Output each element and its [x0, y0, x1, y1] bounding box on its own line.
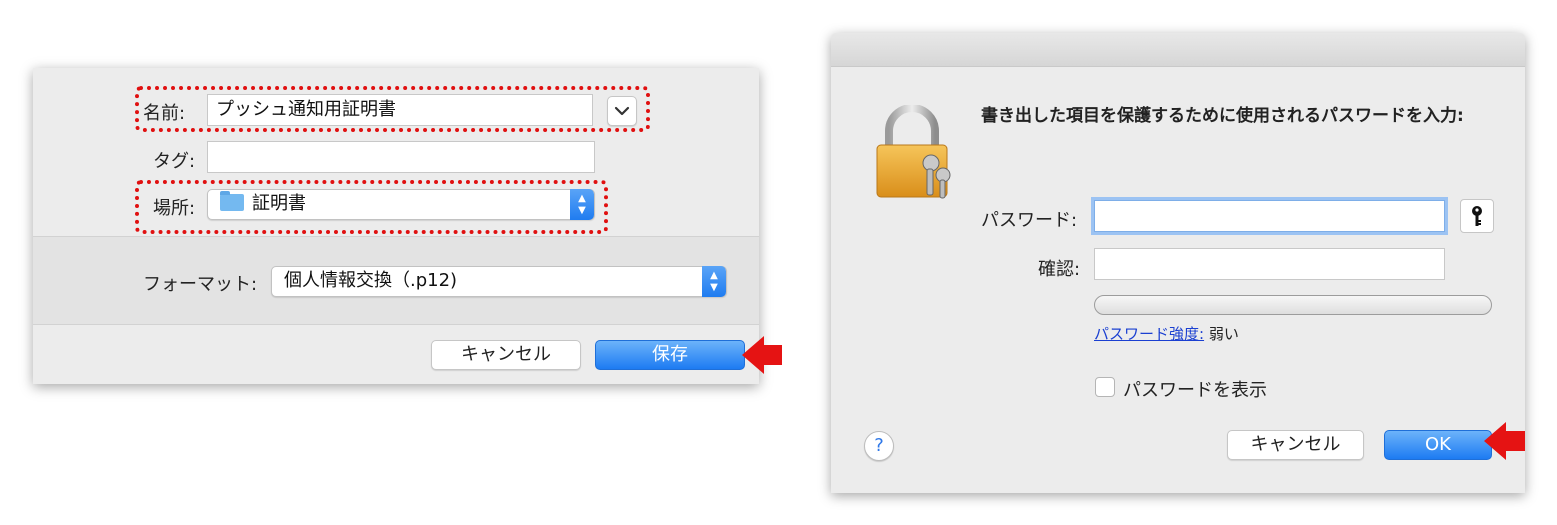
format-label: フォーマット: — [143, 274, 258, 295]
help-icon[interactable]: ? — [864, 431, 894, 461]
title-bar — [831, 33, 1525, 67]
password-label: パスワード: — [981, 210, 1078, 231]
password-strength-value: 弱い — [1208, 325, 1239, 343]
format-section: フォーマット: 個人情報交換（.p12) ▲ ▼ — [33, 236, 759, 325]
password-dialog: 書き出した項目を保護するために使用されるパスワードを入力: パスワード: 確認:… — [831, 33, 1525, 493]
cancel-button[interactable]: キャンセル — [1227, 430, 1364, 460]
save-button[interactable]: 保存 — [595, 340, 745, 370]
cancel-button[interactable]: キャンセル — [431, 340, 581, 370]
password-field[interactable] — [1094, 200, 1445, 232]
format-value: 個人情報交換（.p12) — [284, 270, 458, 291]
dialog-message: 書き出した項目を保護するために使用されるパスワードを入力: — [981, 106, 1464, 126]
name-highlight-box — [135, 86, 650, 132]
show-password-checkbox[interactable] — [1095, 377, 1115, 397]
password-strength-link[interactable]: パスワード強度: — [1094, 325, 1204, 343]
tag-label: タグ: — [153, 151, 196, 172]
tag-field[interactable] — [207, 141, 595, 173]
padlock-with-keys-icon — [876, 105, 951, 199]
location-highlight-box — [135, 180, 608, 234]
password-strength-meter — [1094, 295, 1492, 315]
ok-button[interactable]: OK — [1384, 430, 1492, 460]
password-strength-row: パスワード強度: 弱い — [1094, 323, 1239, 344]
format-popup[interactable]: 個人情報交換（.p12) ▲ ▼ — [271, 266, 727, 297]
password-assistant-button[interactable] — [1460, 199, 1494, 233]
show-password-label: パスワードを表示 — [1123, 380, 1267, 401]
up-down-stepper-icon: ▲ ▼ — [702, 266, 726, 297]
verify-label: 確認: — [1038, 259, 1081, 280]
key-icon — [1472, 206, 1482, 226]
verify-field[interactable] — [1094, 248, 1445, 280]
